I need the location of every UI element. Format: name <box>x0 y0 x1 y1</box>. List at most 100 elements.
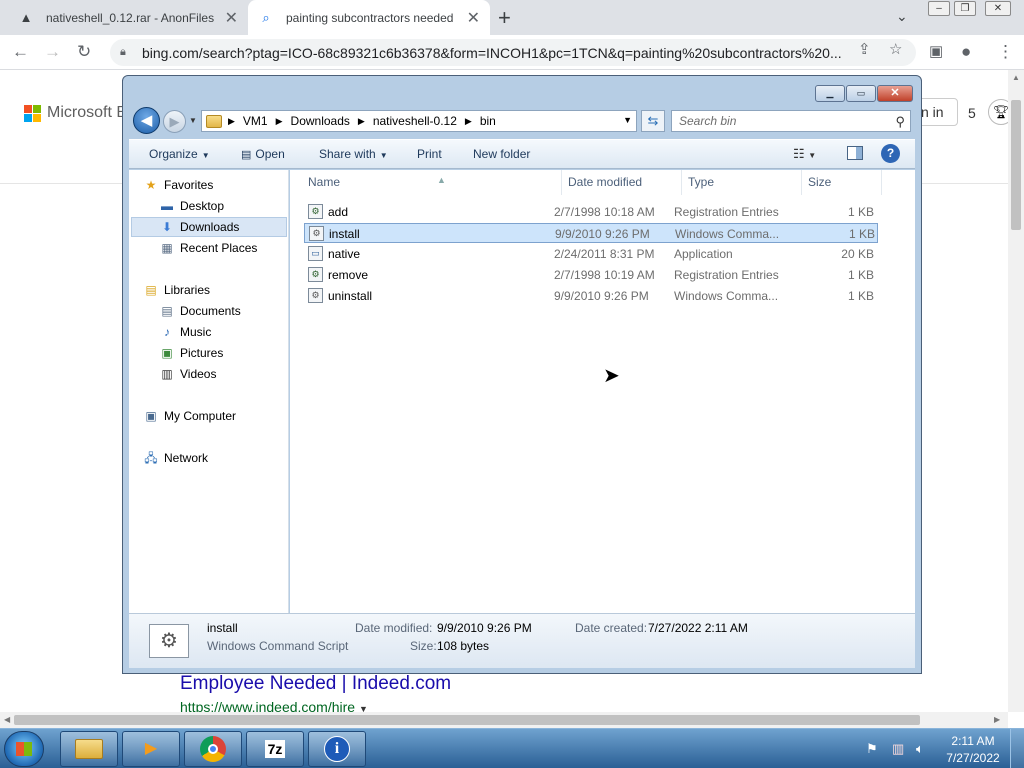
back-arrow-icon[interactable]: ◀ <box>133 107 160 134</box>
preview-pane-icon[interactable] <box>847 146 863 160</box>
profile-avatar-icon[interactable]: ● <box>961 42 971 62</box>
explorer-close-button[interactable]: ✕ <box>877 85 913 102</box>
breadcrumb-vm1[interactable]: VM1 <box>243 114 268 128</box>
nav-libraries[interactable]: ▤ Libraries <box>143 280 210 300</box>
explorer-maximize-button[interactable]: ▭ <box>846 85 876 102</box>
action-center-icon[interactable]: ⚑ <box>866 741 878 757</box>
sign-in-button[interactable]: n in <box>916 98 958 126</box>
change-view-button[interactable]: ☷ ▼ <box>793 146 816 162</box>
network-status-icon[interactable]: ▥ <box>892 741 904 757</box>
microsoft-bing-logo[interactable]: Microsoft Bi <box>24 104 131 122</box>
nav-downloads[interactable]: ⬇ Downloads <box>131 217 287 237</box>
file-row-remove[interactable]: ⚙ remove 2/7/1998 10:19 AM Registration … <box>304 265 878 285</box>
close-window-button[interactable]: ✕ <box>985 1 1011 16</box>
scroll-up-arrow-icon[interactable]: ▲ <box>1012 73 1020 82</box>
forward-arrow-icon[interactable]: ▶ <box>163 110 186 133</box>
scrollbar-thumb[interactable] <box>1011 100 1021 230</box>
scrollbar-thumb[interactable] <box>14 715 920 725</box>
breadcrumb-downloads[interactable]: Downloads <box>291 114 350 128</box>
registry-file-icon: ⚙ <box>308 267 323 282</box>
bookmark-star-icon[interactable]: ☆ <box>889 40 902 58</box>
file-size: 1 KB <box>847 268 874 282</box>
recent-places-icon: ▦ <box>161 241 173 255</box>
play-icon: ▶ <box>144 740 158 757</box>
recent-locations-chevron-icon[interactable]: ▼ <box>189 116 197 125</box>
show-desktop-button[interactable] <box>1010 729 1024 768</box>
nav-network[interactable]: 🖧︎ Network <box>143 448 208 468</box>
nav-desktop[interactable]: ▬ Desktop <box>159 196 224 216</box>
open-button[interactable]: ▤ Open <box>241 147 285 161</box>
new-tab-button[interactable]: + <box>498 5 511 31</box>
minimize-window-button[interactable]: – <box>928 1 950 16</box>
nav-label: Libraries <box>164 283 211 297</box>
scroll-right-arrow-icon[interactable]: ▶ <box>994 715 1000 724</box>
tab-title: painting subcontractors needed <box>286 10 454 25</box>
explorer-minimize-button[interactable]: ▁ <box>815 85 845 102</box>
nav-pictures[interactable]: ▣ Pictures <box>159 343 223 363</box>
rewards-count[interactable]: 5 <box>968 105 976 121</box>
share-icon[interactable]: ⇪ <box>858 40 871 58</box>
close-tab-icon[interactable]: ✕ <box>467 8 480 28</box>
file-date: 2/7/1998 10:19 AM <box>554 268 655 282</box>
info-icon[interactable]: i <box>308 731 366 767</box>
breadcrumb-bin[interactable]: bin <box>480 114 496 128</box>
file-row-native[interactable]: ▭ native 2/24/2011 8:31 PM Application 2… <box>304 244 878 264</box>
refresh-icon[interactable]: ⇆ <box>641 110 665 132</box>
nav-music[interactable]: ♪ Music <box>159 322 211 342</box>
start-button[interactable] <box>4 731 44 767</box>
search-result-title-link[interactable]: Employee Needed | Indeed.com <box>180 673 451 695</box>
scroll-left-arrow-icon[interactable]: ◀ <box>4 715 10 724</box>
new-folder-button[interactable]: New folder <box>473 147 530 161</box>
breadcrumb-chevron-icon[interactable]: ▶ <box>228 116 235 127</box>
file-name: install <box>329 227 360 241</box>
file-row-add[interactable]: ⚙ add 2/7/1998 10:18 AM Registration Ent… <box>304 202 878 222</box>
windows-taskbar: ▶ 7z i ⚑ ▥ 🔈︎ 2:11 AM 7/27/2022 <box>0 728 1024 768</box>
search-icon[interactable]: ⚲ <box>895 112 905 132</box>
close-tab-icon[interactable]: ✕ <box>225 8 238 28</box>
file-row-install[interactable]: ⚙ install 9/9/2010 9:26 PM Windows Comma… <box>304 223 878 243</box>
media-player-icon[interactable]: ▶ <box>122 731 180 767</box>
breadcrumb-chevron-icon[interactable]: ▶ <box>465 116 472 127</box>
volume-icon[interactable]: 🔈︎ <box>916 741 924 757</box>
file-explorer-icon[interactable] <box>60 731 118 767</box>
breadcrumb-chevron-icon[interactable]: ▶ <box>358 116 365 127</box>
side-panel-icon[interactable]: ▣ <box>929 42 943 60</box>
search-input[interactable]: Search bin ⚲ <box>671 110 911 132</box>
clock-time[interactable]: 2:11 AM <box>950 734 996 748</box>
page-vertical-scrollbar[interactable]: ▲ <box>1008 70 1024 712</box>
browser-tab-anonfiles[interactable]: ▲ nativeshell_0.12.rar - AnonFiles ✕ <box>8 0 248 35</box>
help-icon[interactable]: ? <box>881 144 900 163</box>
column-header-date-modified[interactable]: Date modified <box>562 170 682 195</box>
chrome-icon[interactable] <box>184 731 242 767</box>
file-row-uninstall[interactable]: ⚙ uninstall 9/9/2010 9:26 PM Windows Com… <box>304 286 878 306</box>
nav-recent-places[interactable]: ▦ Recent Places <box>159 238 257 258</box>
restore-window-button[interactable]: ❐ <box>954 1 976 16</box>
reload-icon[interactable]: ↻ <box>77 42 91 62</box>
tab-search-chevron-icon[interactable]: ⌄ <box>896 8 908 25</box>
file-name: add <box>328 205 349 219</box>
browser-tab-bing-search[interactable]: ⌕ painting subcontractors needed ✕ <box>248 0 490 35</box>
address-history-chevron-icon[interactable]: ▼ <box>623 115 632 125</box>
browser-menu-icon[interactable]: ⋮ <box>997 42 1014 62</box>
address-bar[interactable]: 🔒︎ bing.com/search?ptag=ICO-68c89321c6b3… <box>110 39 916 66</box>
7zip-icon[interactable]: 7z <box>246 731 304 767</box>
nav-my-computer[interactable]: ▣ My Computer <box>143 406 236 426</box>
organize-button[interactable]: Organize ▼ <box>149 147 210 161</box>
print-button[interactable]: Print <box>417 147 442 161</box>
file-type: Registration Entries <box>674 205 779 219</box>
application-file-icon: ▭ <box>308 246 323 261</box>
nav-videos[interactable]: ▥ Videos <box>159 364 216 384</box>
column-header-type[interactable]: Type <box>682 170 802 195</box>
breadcrumb-nativeshell[interactable]: nativeshell-0.12 <box>373 114 457 128</box>
page-horizontal-scrollbar[interactable]: ◀ ▶ <box>0 712 1008 728</box>
nav-favorites[interactable]: ★ Favorites <box>143 175 214 195</box>
column-header-name[interactable]: Name ▲ <box>302 170 562 195</box>
back-arrow-icon[interactable]: ← <box>12 42 29 62</box>
forward-arrow-icon[interactable]: → <box>44 42 61 62</box>
clock-date[interactable]: 7/27/2022 <box>944 751 1002 765</box>
share-with-button[interactable]: Share with ▼ <box>319 147 388 161</box>
breadcrumb-chevron-icon[interactable]: ▶ <box>276 116 283 127</box>
nav-documents[interactable]: ▤ Documents <box>159 301 240 321</box>
column-header-size[interactable]: Size <box>802 170 882 195</box>
explorer-address-bar[interactable]: ▶ VM1 ▶ Downloads ▶ nativeshell-0.12 ▶ b… <box>201 110 637 132</box>
